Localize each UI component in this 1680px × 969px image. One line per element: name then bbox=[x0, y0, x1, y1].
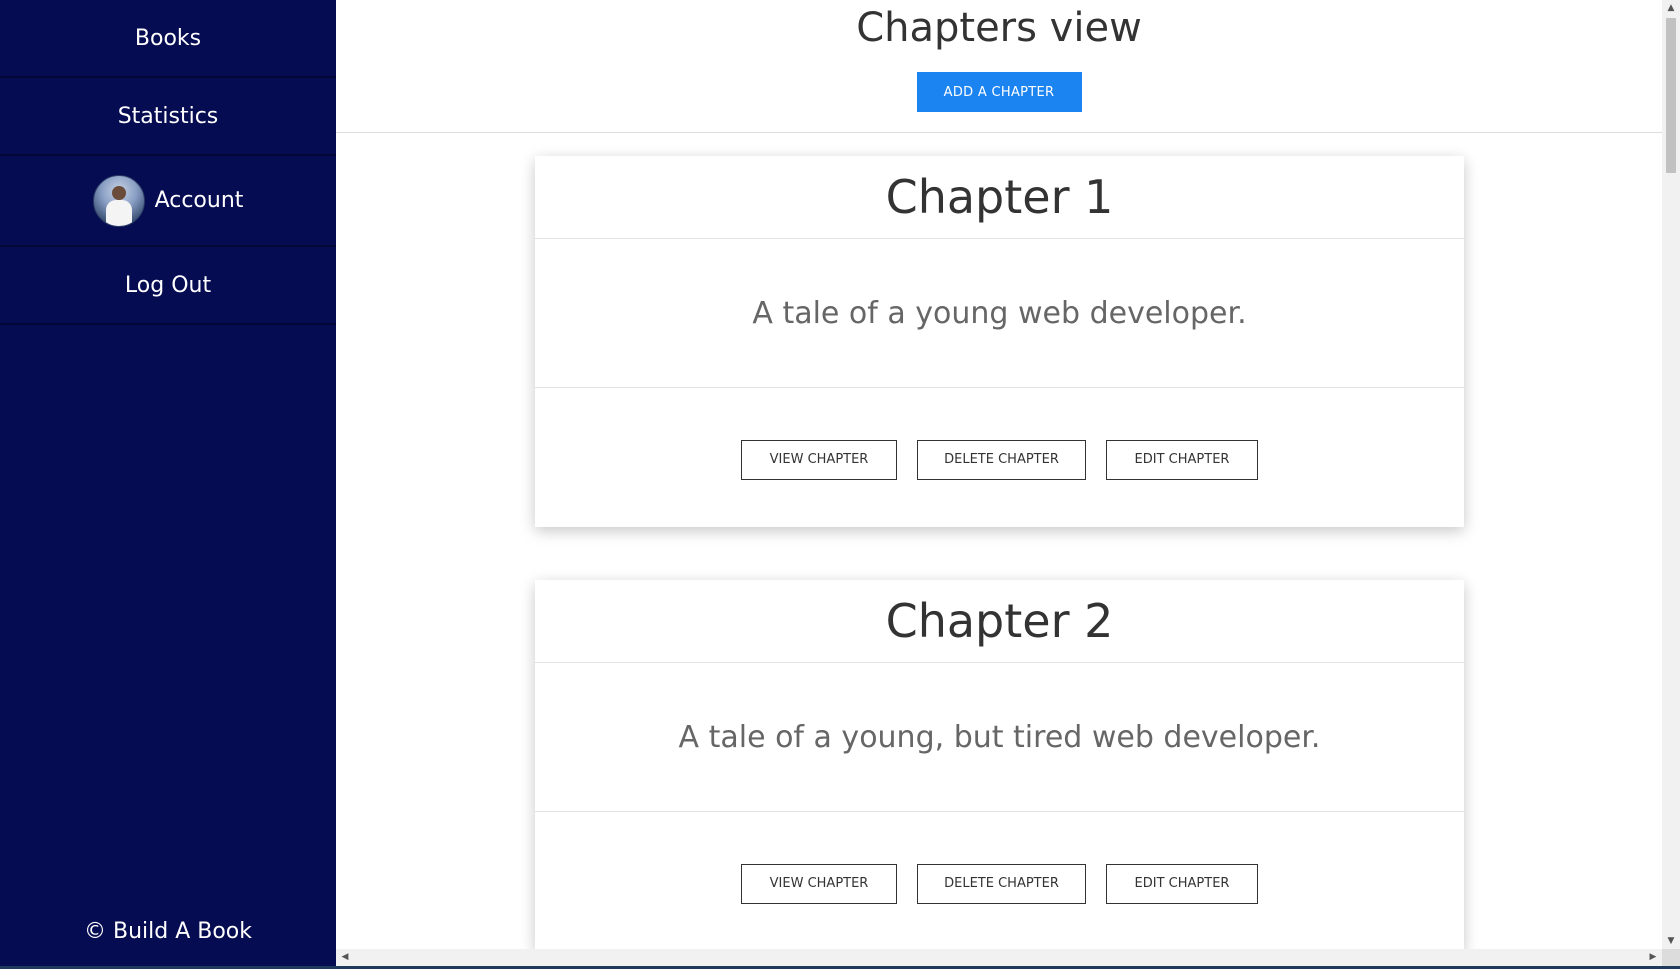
chapter-actions: VIEW CHAPTER DELETE CHAPTER EDIT CHAPTER bbox=[535, 812, 1464, 949]
scroll-right-icon[interactable]: ▶ bbox=[1644, 949, 1662, 965]
edit-chapter-button[interactable]: EDIT CHAPTER bbox=[1106, 439, 1258, 480]
delete-chapter-button[interactable]: DELETE CHAPTER bbox=[917, 439, 1086, 480]
sidebar-item-statistics[interactable]: Statistics bbox=[0, 78, 336, 156]
avatar bbox=[92, 174, 145, 227]
chapter-card: Chapter 2 A tale of a young, but tired w… bbox=[535, 580, 1464, 949]
app-window: Books Statistics Account Log Out © Build… bbox=[0, 0, 1680, 969]
sidebar-item-logout[interactable]: Log Out bbox=[0, 247, 336, 325]
view-chapter-button[interactable]: VIEW CHAPTER bbox=[741, 439, 897, 480]
add-chapter-button[interactable]: ADD A CHAPTER bbox=[916, 72, 1082, 112]
view-chapter-button[interactable]: VIEW CHAPTER bbox=[741, 863, 897, 904]
scroll-up-icon[interactable]: ▲ bbox=[1662, 0, 1680, 16]
vertical-scroll-thumb[interactable] bbox=[1666, 18, 1676, 173]
page-title: Chapters view bbox=[856, 5, 1142, 51]
vertical-scrollbar[interactable]: ▲ ▼ bbox=[1662, 0, 1680, 949]
sidebar-item-books[interactable]: Books bbox=[0, 0, 336, 78]
chapter-title: Chapter 1 bbox=[535, 156, 1464, 239]
sidebar-item-label: Log Out bbox=[124, 272, 212, 298]
main-content: Chapters view ADD A CHAPTER Chapter 1 A … bbox=[336, 0, 1662, 949]
scroll-down-icon[interactable]: ▼ bbox=[1662, 933, 1680, 949]
sidebar-item-account[interactable]: Account bbox=[0, 156, 336, 247]
scroll-left-icon[interactable]: ◀ bbox=[336, 949, 354, 965]
chapter-description: A tale of a young, but tired web develop… bbox=[535, 663, 1464, 812]
copyright-footer: © Build A Book bbox=[83, 919, 252, 944]
sidebar-item-label: Account bbox=[154, 188, 244, 213]
chapter-description: A tale of a young web developer. bbox=[535, 239, 1464, 388]
page-header: Chapters view ADD A CHAPTER bbox=[336, 0, 1662, 133]
edit-chapter-button[interactable]: EDIT CHAPTER bbox=[1106, 863, 1258, 904]
chapter-actions: VIEW CHAPTER DELETE CHAPTER EDIT CHAPTER bbox=[535, 388, 1464, 527]
horizontal-scrollbar[interactable]: ◀ ▶ bbox=[336, 949, 1662, 966]
sidebar: Books Statistics Account Log Out © Build… bbox=[0, 0, 336, 966]
sidebar-item-label: Books bbox=[134, 25, 202, 51]
scrollbar-corner bbox=[1662, 949, 1680, 966]
sidebar-item-label: Statistics bbox=[117, 103, 219, 129]
chapter-card: Chapter 1 A tale of a young web develope… bbox=[535, 156, 1464, 527]
chapter-title: Chapter 2 bbox=[535, 580, 1464, 663]
delete-chapter-button[interactable]: DELETE CHAPTER bbox=[917, 863, 1086, 904]
